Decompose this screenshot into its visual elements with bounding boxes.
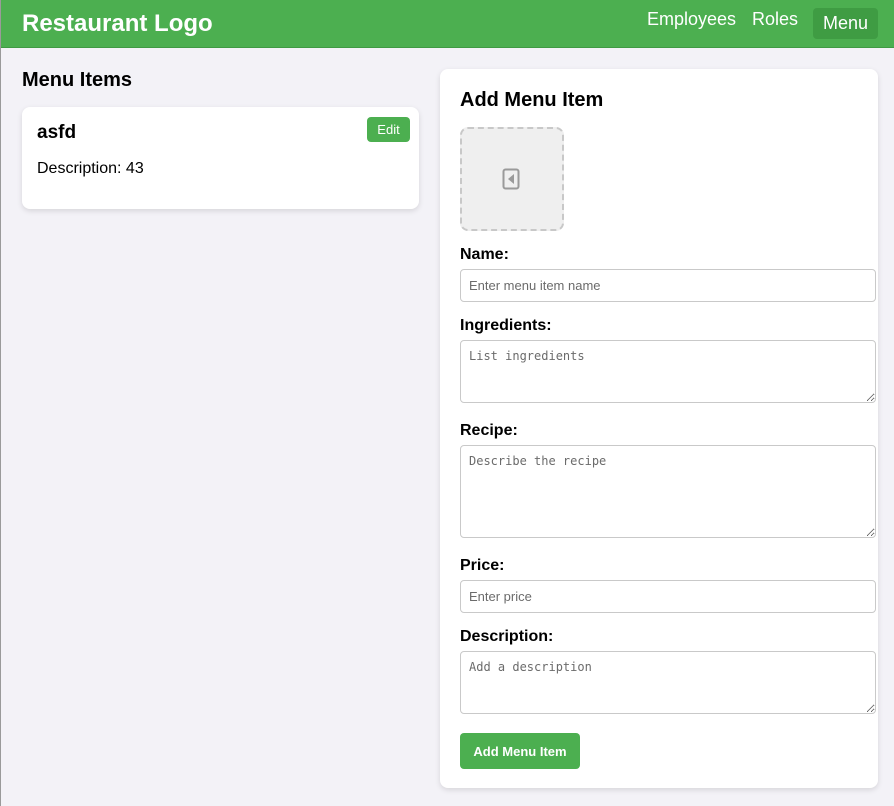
edit-menu-item-button[interactable]: Edit: [367, 117, 410, 142]
price-input[interactable]: [460, 580, 876, 613]
name-input[interactable]: [460, 269, 876, 302]
add-menu-item-form: Add Menu Item Name: Ingredients: Recipe:…: [440, 69, 878, 788]
image-upload-icon: [502, 168, 520, 190]
menu-item-card: asfd Description: 43 Edit: [22, 107, 419, 209]
description-textarea[interactable]: [460, 651, 876, 714]
nav-employees-link[interactable]: Employees: [647, 9, 736, 30]
description-label: Description:: [460, 628, 554, 645]
nav-roles-link[interactable]: Roles: [752, 9, 798, 30]
restaurant-logo[interactable]: Restaurant Logo: [22, 10, 213, 38]
add-menu-item-button[interactable]: Add Menu Item: [460, 733, 580, 769]
top-navbar: Restaurant Logo Employees Roles Menu: [1, 0, 894, 48]
menu-item-name: asfd: [37, 122, 77, 143]
price-label: Price:: [460, 557, 505, 574]
recipe-label: Recipe:: [460, 422, 518, 439]
form-title: Add Menu Item: [460, 89, 604, 111]
menu-items-heading: Menu Items: [22, 69, 133, 91]
name-label: Name:: [460, 246, 509, 263]
menu-item-description: Description: 43: [37, 160, 144, 177]
recipe-textarea[interactable]: [460, 445, 876, 538]
ingredients-textarea[interactable]: [460, 340, 876, 403]
image-upload-dropzone[interactable]: [460, 127, 564, 231]
ingredients-label: Ingredients:: [460, 317, 552, 334]
nav-menu-link[interactable]: Menu: [813, 8, 878, 39]
